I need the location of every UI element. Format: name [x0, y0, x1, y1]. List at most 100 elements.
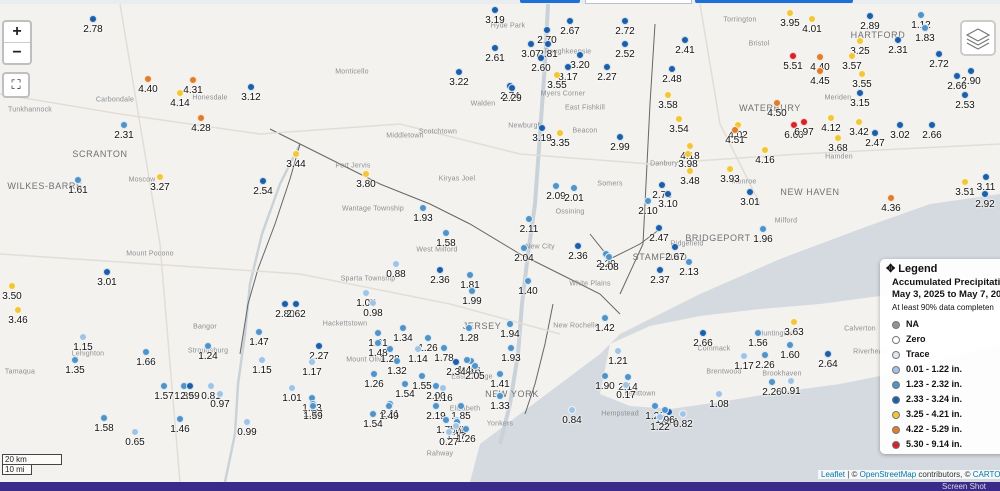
station-marker[interactable]	[176, 415, 184, 423]
station-marker[interactable]	[100, 414, 108, 422]
station-marker[interactable]	[981, 190, 989, 198]
station-marker[interactable]	[204, 342, 212, 350]
station-marker[interactable]	[189, 76, 197, 84]
station-marker[interactable]	[362, 289, 370, 297]
carto-link[interactable]: CARTO	[973, 470, 1000, 479]
station-marker[interactable]	[544, 40, 552, 48]
station-marker[interactable]	[79, 333, 87, 341]
station-marker[interactable]	[715, 390, 723, 398]
station-marker[interactable]	[496, 392, 504, 400]
station-marker[interactable]	[452, 422, 460, 430]
station-marker[interactable]	[369, 410, 377, 418]
station-marker[interactable]	[414, 345, 422, 353]
leaflet-link[interactable]: Leaflet	[821, 470, 845, 479]
toolbar-button-1[interactable]	[520, 0, 580, 3]
station-marker[interactable]	[622, 381, 630, 389]
station-marker[interactable]	[685, 258, 693, 266]
station-marker[interactable]	[686, 167, 694, 175]
station-marker[interactable]	[160, 382, 168, 390]
station-marker[interactable]	[527, 40, 535, 48]
station-marker[interactable]	[508, 84, 516, 92]
station-marker[interactable]	[603, 63, 611, 71]
station-marker[interactable]	[726, 165, 734, 173]
station-marker[interactable]	[746, 188, 754, 196]
station-marker[interactable]	[393, 357, 401, 365]
station-marker[interactable]	[292, 150, 300, 158]
station-marker[interactable]	[759, 225, 767, 233]
station-marker[interactable]	[967, 67, 975, 75]
station-marker[interactable]	[856, 89, 864, 97]
station-marker[interactable]	[418, 372, 426, 380]
station-marker[interactable]	[442, 229, 450, 237]
station-marker[interactable]	[292, 300, 300, 308]
station-marker[interactable]	[103, 268, 111, 276]
station-marker[interactable]	[553, 71, 561, 79]
station-marker[interactable]	[543, 26, 551, 34]
zoom-out-button[interactable]: −	[4, 43, 30, 63]
station-marker[interactable]	[258, 356, 266, 364]
station-marker[interactable]	[656, 413, 664, 421]
zoom-in-button[interactable]: +	[4, 22, 30, 43]
station-marker[interactable]	[574, 242, 582, 250]
station-marker[interactable]	[871, 129, 879, 137]
station-marker[interactable]	[768, 378, 776, 386]
station-marker[interactable]	[556, 129, 564, 137]
station-marker[interactable]	[176, 89, 184, 97]
station-marker[interactable]	[675, 115, 683, 123]
station-marker[interactable]	[142, 348, 150, 356]
station-marker[interactable]	[259, 177, 267, 185]
station-marker[interactable]	[538, 124, 546, 132]
station-marker[interactable]	[616, 133, 624, 141]
station-marker[interactable]	[668, 65, 676, 73]
station-marker[interactable]	[506, 320, 514, 328]
station-marker[interactable]	[144, 75, 152, 83]
station-marker[interactable]	[761, 146, 769, 154]
station-marker[interactable]	[564, 63, 572, 71]
station-marker[interactable]	[761, 351, 769, 359]
station-marker[interactable]	[576, 51, 584, 59]
station-marker[interactable]	[466, 271, 474, 279]
station-marker[interactable]	[419, 204, 427, 212]
station-marker[interactable]	[787, 377, 795, 385]
station-marker[interactable]	[445, 428, 453, 436]
station-marker[interactable]	[496, 370, 504, 378]
station-marker[interactable]	[982, 173, 990, 181]
station-marker[interactable]	[424, 334, 432, 342]
station-marker[interactable]	[432, 402, 440, 410]
station-marker[interactable]	[866, 12, 874, 20]
station-marker[interactable]	[247, 83, 255, 91]
station-marker[interactable]	[858, 70, 866, 78]
station-marker[interactable]	[681, 36, 689, 44]
station-marker[interactable]	[935, 50, 943, 58]
station-marker[interactable]	[255, 328, 263, 336]
station-marker[interactable]	[309, 402, 317, 410]
station-marker[interactable]	[442, 416, 450, 424]
station-marker[interactable]	[896, 121, 904, 129]
station-marker[interactable]	[315, 342, 323, 350]
station-marker[interactable]	[197, 114, 205, 122]
station-marker[interactable]	[374, 339, 382, 347]
station-marker[interactable]	[552, 182, 560, 190]
station-marker[interactable]	[699, 329, 707, 337]
station-marker[interactable]	[308, 358, 316, 366]
station-marker[interactable]	[463, 356, 471, 364]
station-marker[interactable]	[816, 53, 824, 61]
station-marker[interactable]	[71, 356, 79, 364]
station-marker[interactable]	[658, 181, 666, 189]
station-marker[interactable]	[507, 344, 515, 352]
station-marker[interactable]	[953, 72, 961, 80]
station-marker[interactable]	[131, 428, 139, 436]
station-marker[interactable]	[664, 91, 672, 99]
station-marker[interactable]	[401, 380, 409, 388]
station-marker[interactable]	[679, 410, 687, 418]
station-marker[interactable]	[740, 352, 748, 360]
station-marker[interactable]	[790, 318, 798, 326]
station-marker[interactable]	[834, 134, 842, 142]
station-marker[interactable]	[436, 266, 444, 274]
station-marker[interactable]	[243, 418, 251, 426]
station-marker[interactable]	[491, 44, 499, 52]
station-marker[interactable]	[369, 299, 377, 307]
station-marker[interactable]	[808, 15, 816, 23]
station-marker[interactable]	[816, 67, 824, 75]
station-marker[interactable]	[537, 54, 545, 62]
